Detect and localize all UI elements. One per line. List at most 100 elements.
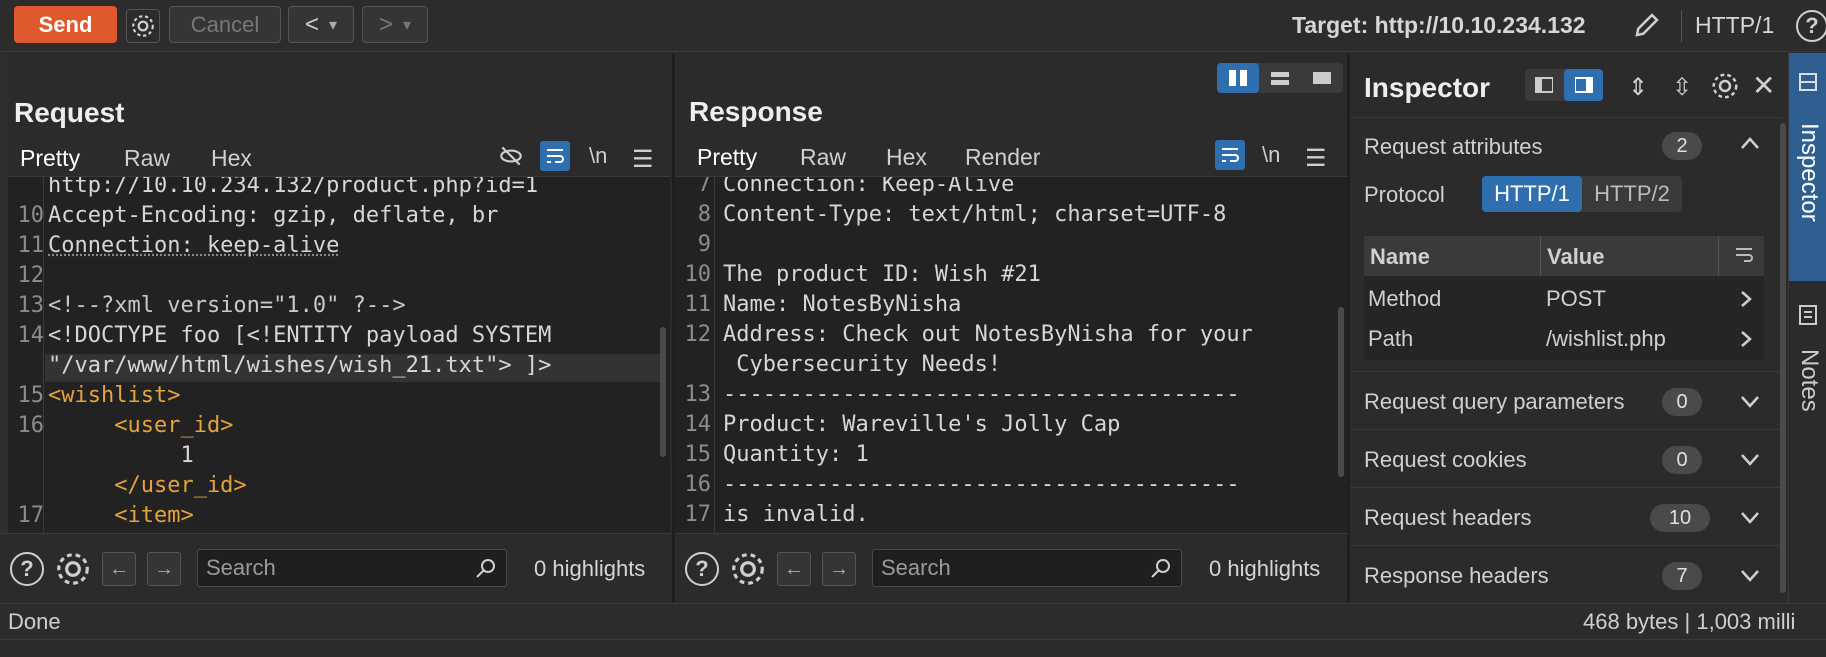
- menu-icon[interactable]: ☰: [632, 145, 654, 174]
- table-row[interactable]: Path /wishlist.php: [1364, 318, 1764, 358]
- help-icon[interactable]: ?: [10, 552, 44, 586]
- top-toolbar: Send Cancel < ▾ > ▾ Target: http://10.10…: [0, 0, 1826, 52]
- stacked-layout-icon[interactable]: [1259, 63, 1301, 93]
- chevron-down-icon[interactable]: [1740, 395, 1760, 414]
- chevron-left-icon: <: [305, 11, 319, 39]
- request-scrollbar[interactable]: [660, 327, 666, 457]
- request-search-input[interactable]: Search: [197, 549, 507, 587]
- row-name: Path: [1368, 326, 1413, 352]
- expand-all-icon[interactable]: ⇕: [1628, 73, 1648, 102]
- newline-toggle[interactable]: \n: [1262, 142, 1280, 168]
- row-value: POST: [1546, 286, 1606, 312]
- protocol-label: Protocol: [1364, 182, 1445, 208]
- hide-nonprintable-icon[interactable]: [497, 143, 525, 174]
- column-header-value: Value: [1547, 244, 1604, 270]
- bottom-strip: [0, 639, 1826, 657]
- chevron-down-icon[interactable]: [1740, 569, 1760, 588]
- single-pane-layout-icon[interactable]: [1301, 63, 1343, 93]
- settings-gear-icon[interactable]: [126, 9, 160, 43]
- help-icon[interactable]: ?: [685, 552, 719, 586]
- section-request-headers[interactable]: Request headers 10: [1350, 489, 1782, 546]
- cancel-button[interactable]: Cancel: [169, 6, 281, 43]
- column-header-name: Name: [1370, 244, 1430, 270]
- side-tab-inspector-label: Inspector: [1795, 123, 1823, 222]
- tab-render[interactable]: Render: [965, 144, 1040, 171]
- dropdown-arrow-icon[interactable]: ▾: [403, 15, 411, 35]
- dropdown-arrow-icon[interactable]: ▾: [329, 15, 337, 35]
- wrap-lines-icon[interactable]: [1215, 140, 1245, 170]
- wrap-lines-icon[interactable]: [1734, 246, 1754, 269]
- inspector-settings-gear-icon[interactable]: [1710, 71, 1740, 106]
- attributes-table: Name Value Method POST Path /wishlist.ph…: [1364, 236, 1764, 360]
- next-match-arrow-icon[interactable]: →: [147, 552, 181, 586]
- tab-hex[interactable]: Hex: [886, 144, 927, 171]
- section-response-headers[interactable]: Response headers 7: [1350, 547, 1782, 603]
- collapse-handle[interactable]: [0, 53, 8, 603]
- previous-match-arrow-icon[interactable]: ←: [102, 552, 136, 586]
- table-header: Name Value: [1364, 236, 1764, 276]
- protocol-http1-option[interactable]: HTTP/1: [1482, 176, 1582, 212]
- inspector-tab-icon: [1799, 73, 1817, 96]
- http-version-label[interactable]: HTTP/1: [1695, 12, 1774, 39]
- response-editor[interactable]: 7 Connection: Keep-Alive 8 Content-Type:…: [675, 176, 1347, 533]
- notes-tab-icon: [1799, 305, 1817, 330]
- table-row[interactable]: Method POST: [1364, 278, 1764, 318]
- section-label: Request cookies: [1364, 447, 1527, 473]
- close-icon[interactable]: ✕: [1752, 69, 1775, 102]
- search-settings-gear-icon[interactable]: [729, 550, 767, 593]
- tab-pretty[interactable]: Pretty: [697, 144, 757, 171]
- search-icon: [474, 556, 498, 585]
- chevron-right-icon[interactable]: [1740, 330, 1752, 353]
- protocol-toggle: HTTP/1 HTTP/2: [1482, 176, 1682, 212]
- divider: [1350, 117, 1782, 118]
- previous-match-arrow-icon[interactable]: ←: [777, 552, 811, 586]
- panel-right-icon[interactable]: [1564, 69, 1603, 101]
- response-title: Response: [689, 96, 823, 128]
- tab-raw[interactable]: Raw: [800, 144, 846, 171]
- protocol-http2-option[interactable]: HTTP/2: [1582, 176, 1682, 212]
- tab-pretty[interactable]: Pretty: [20, 145, 80, 172]
- send-button[interactable]: Send: [14, 6, 117, 43]
- section-request-cookies[interactable]: Request cookies 0: [1350, 431, 1782, 488]
- side-tab-notes[interactable]: Notes: [1789, 293, 1826, 483]
- newline-toggle[interactable]: \n: [589, 143, 607, 169]
- chevron-up-icon[interactable]: [1740, 133, 1760, 156]
- side-by-side-layout-icon[interactable]: [1217, 63, 1259, 93]
- request-attributes-count: 2: [1662, 132, 1702, 160]
- section-count: 0: [1662, 388, 1702, 416]
- request-title: Request: [14, 97, 124, 129]
- history-back-button[interactable]: < ▾: [288, 6, 354, 43]
- edit-target-pencil-icon[interactable]: [1630, 10, 1664, 45]
- section-label: Response headers: [1364, 563, 1549, 589]
- status-bar: Done 468 bytes | 1,003 milli: [0, 603, 1826, 639]
- collapse-all-icon[interactable]: ⇳: [1672, 73, 1692, 102]
- section-label: Request query parameters: [1364, 389, 1624, 415]
- help-icon[interactable]: ?: [1796, 10, 1826, 42]
- next-match-arrow-icon[interactable]: →: [822, 552, 856, 586]
- request-pane: Request Pretty Raw Hex \n ☰ http://10.10…: [0, 53, 672, 603]
- history-forward-button[interactable]: > ▾: [362, 6, 428, 43]
- chevron-right-icon[interactable]: [1740, 290, 1752, 313]
- section-count: 0: [1662, 446, 1702, 474]
- tab-hex[interactable]: Hex: [211, 145, 252, 172]
- section-count: 10: [1650, 504, 1710, 532]
- chevron-down-icon[interactable]: [1740, 453, 1760, 472]
- menu-icon[interactable]: ☰: [1305, 144, 1327, 173]
- response-pane: Response Pretty Raw Hex Render \n ☰ 7 Co…: [675, 53, 1347, 603]
- request-editor[interactable]: http://10.10.234.132/product.php?id=1 10…: [8, 176, 670, 533]
- inspector-scrollbar[interactable]: [1780, 123, 1786, 593]
- panel-left-icon[interactable]: [1525, 69, 1563, 101]
- section-count: 7: [1662, 562, 1702, 590]
- section-label: Request headers: [1364, 505, 1532, 531]
- column-divider: [1540, 236, 1541, 276]
- tab-raw[interactable]: Raw: [124, 145, 170, 172]
- chevron-down-icon[interactable]: [1740, 511, 1760, 530]
- request-attributes-header[interactable]: Request attributes: [1364, 134, 1543, 160]
- wrap-lines-icon[interactable]: [540, 141, 570, 171]
- request-search-bar: ? ← → Search 0 highlights: [0, 533, 672, 603]
- section-request-query-parameters[interactable]: Request query parameters 0: [1350, 373, 1782, 430]
- search-settings-gear-icon[interactable]: [54, 550, 92, 593]
- response-search-input[interactable]: Search: [872, 549, 1182, 587]
- side-tab-inspector[interactable]: Inspector: [1789, 53, 1826, 281]
- response-scrollbar[interactable]: [1338, 307, 1344, 477]
